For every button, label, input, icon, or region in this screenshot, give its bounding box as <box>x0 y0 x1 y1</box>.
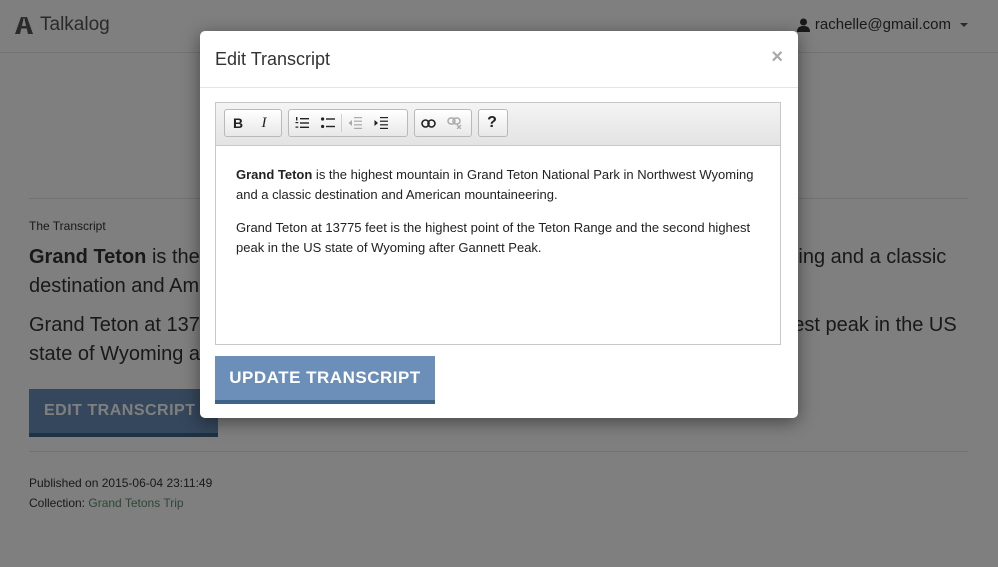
close-icon[interactable]: × <box>771 46 783 69</box>
bold-button[interactable]: B <box>225 110 251 136</box>
link-icon <box>420 118 436 128</box>
editor-paragraph: Grand Teton is the highest mountain in G… <box>236 165 760 205</box>
modal-title: Edit Transcript <box>215 49 331 69</box>
update-transcript-button[interactable]: UPDATE TRANSCRIPT <box>215 356 435 404</box>
rich-text-editor: B I ? Grand Teton is the highest mountai… <box>215 102 781 345</box>
link-group <box>414 109 472 137</box>
unlink-icon <box>446 117 461 129</box>
help-button[interactable]: ? <box>479 110 505 136</box>
link-button[interactable] <box>415 110 441 136</box>
unordered-list-button[interactable] <box>315 110 341 136</box>
indent-button[interactable] <box>368 110 394 136</box>
indent-icon <box>374 117 388 129</box>
list-group <box>288 109 408 137</box>
ordered-list-icon <box>295 117 309 128</box>
editor-paragraph: Grand Teton at 13775 feet is the highest… <box>236 220 751 255</box>
format-group: B I <box>224 109 282 137</box>
modal-header: Edit Transcript × <box>200 31 798 88</box>
editor-toolbar: B I ? <box>216 103 780 146</box>
italic-button[interactable]: I <box>251 110 277 136</box>
outdent-button[interactable] <box>342 110 368 136</box>
unordered-list-icon <box>321 117 335 129</box>
editor-content[interactable]: Grand Teton is the highest mountain in G… <box>236 165 760 271</box>
editor-text: is the highest mountain in Grand Teton N… <box>236 167 754 202</box>
unlink-button[interactable] <box>441 110 467 136</box>
editor-bold-title: Grand Teton <box>236 167 313 182</box>
help-group: ? <box>478 109 508 137</box>
edit-transcript-modal: Edit Transcript × B I ? Grand Teton is t… <box>200 31 798 418</box>
outdent-icon <box>348 117 362 129</box>
ordered-list-button[interactable] <box>289 110 315 136</box>
